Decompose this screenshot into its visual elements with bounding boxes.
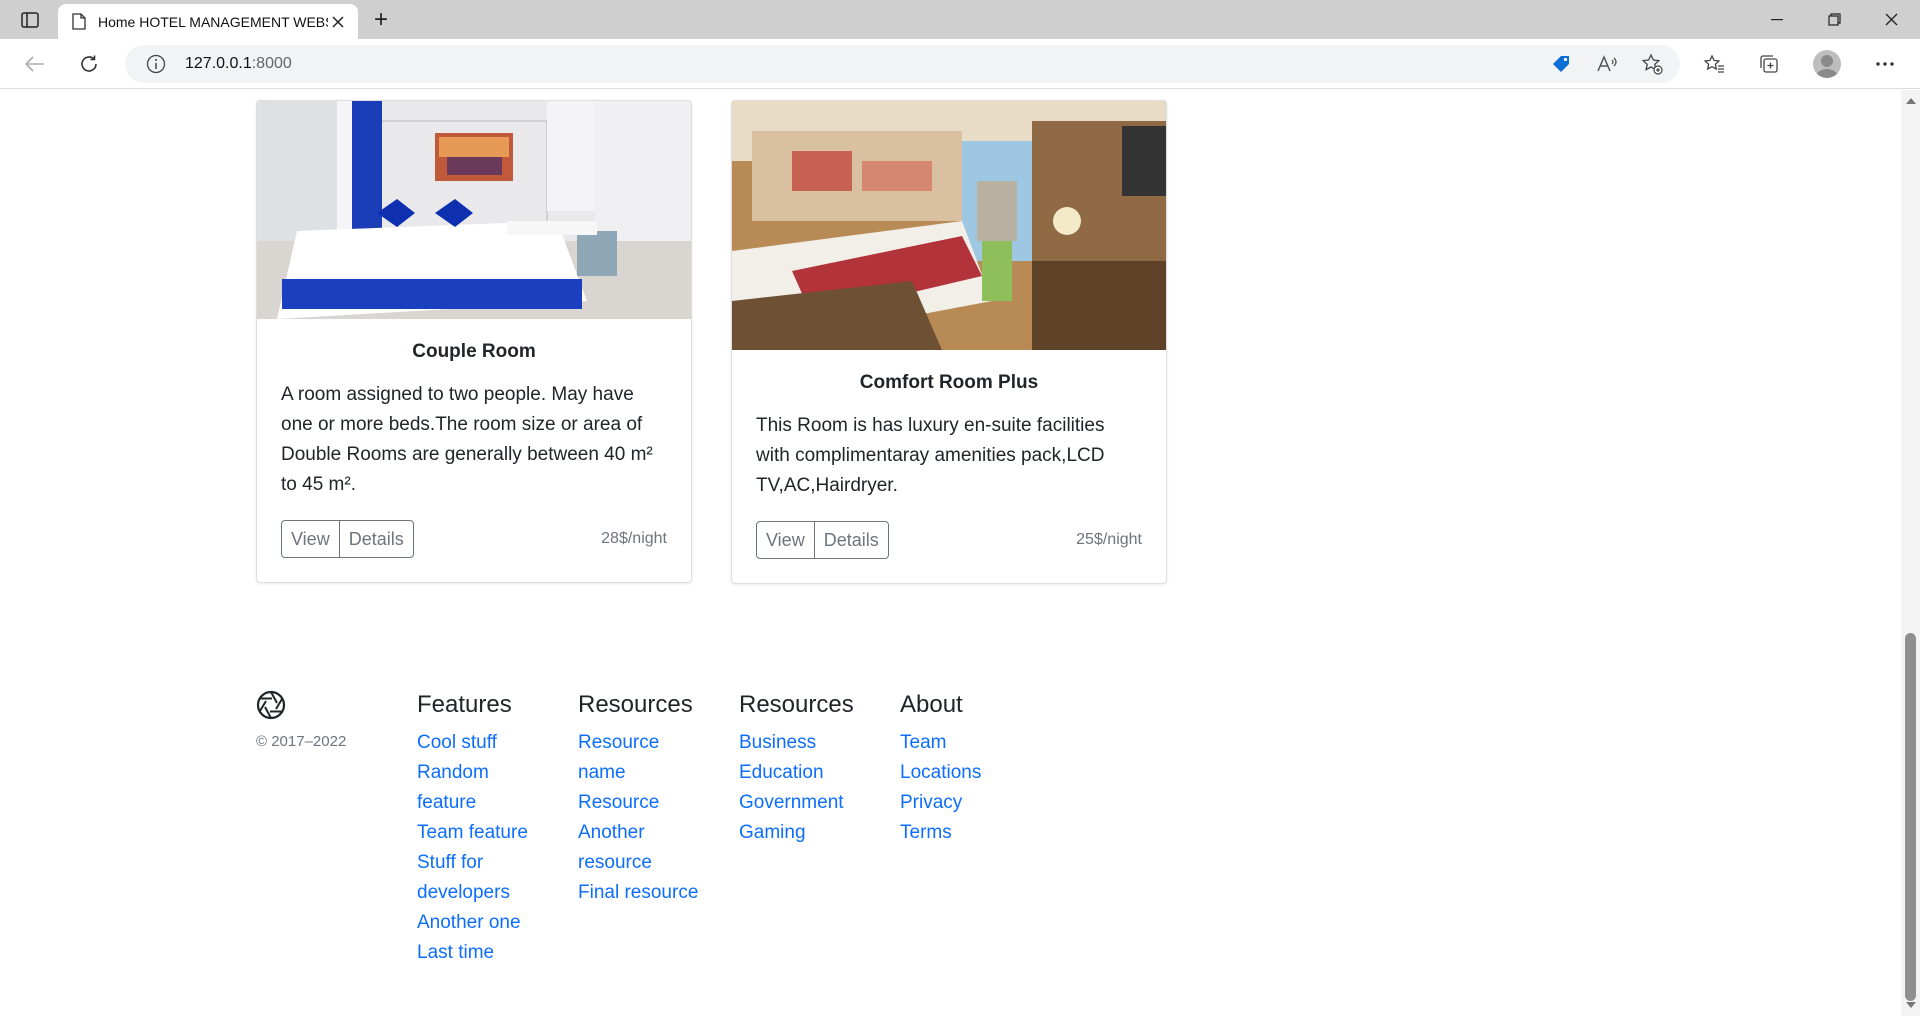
refresh-icon[interactable] [72, 47, 106, 81]
new-tab-button[interactable]: + [366, 6, 396, 34]
restore-button[interactable] [1806, 0, 1862, 39]
room-description: A room assigned to two people. May have … [281, 384, 653, 495]
footer-link[interactable]: Stuff for developers [417, 848, 517, 908]
room-title: Comfort Room Plus [859, 372, 1039, 393]
room-price: 28$/night [601, 530, 667, 547]
page-icon [72, 13, 86, 30]
browser-toolbar: 127.0.0.1:8000 [0, 39, 1920, 89]
browser-tab-bar: Home HOTEL MANAGEMENT WEBSITE + [0, 0, 1920, 39]
footer-link[interactable]: Gaming [739, 818, 869, 848]
favorites-icon[interactable] [1697, 47, 1731, 81]
footer-link[interactable]: Another one [417, 908, 547, 938]
room-card-comfort: Comfort Room Plus This Room is has luxur… [731, 100, 1167, 584]
tab-actions-icon[interactable] [14, 6, 46, 34]
read-aloud-icon[interactable] [1590, 47, 1624, 81]
button-group: View Details [281, 520, 414, 558]
card-footer: View Details 25$/night [756, 521, 1142, 559]
url-port: :8000 [251, 55, 292, 72]
address-bar[interactable]: 127.0.0.1:8000 [125, 45, 1680, 83]
copyright-text: © 2017–2022 [256, 733, 347, 750]
footer-link[interactable]: Team [900, 728, 1030, 758]
shopping-tag-icon[interactable] [1544, 47, 1578, 81]
page-viewport: Couple Room A room assigned to two peopl… [0, 90, 1901, 1016]
card-footer: View Details 28$/night [281, 520, 667, 558]
details-button[interactable]: Details [338, 520, 414, 558]
footer-link[interactable]: Resource [578, 788, 708, 818]
room-image-comfort [732, 101, 1166, 350]
button-group: View Details [756, 521, 889, 559]
site-info-icon[interactable] [145, 53, 167, 75]
room-image-couple [257, 101, 691, 319]
footer-column-features: Features Cool stuff Random feature Team … [417, 690, 547, 968]
scroll-up-icon[interactable] [1906, 98, 1916, 104]
more-menu-icon[interactable] [1868, 47, 1902, 81]
card-body: Couple Room A room assigned to two peopl… [257, 319, 691, 582]
aperture-logo-icon[interactable] [256, 690, 286, 720]
page-scrollbar[interactable] [1901, 90, 1920, 1016]
tab-title: Home HOTEL MANAGEMENT WEBSITE [98, 13, 328, 30]
footer-link[interactable]: Final resource [578, 878, 708, 908]
scrollbar-thumb[interactable] [1905, 633, 1916, 1001]
room-price: 25$/night [1076, 531, 1142, 548]
footer-column-resources: Resources Resource name Resource Another… [578, 690, 708, 908]
minimize-button[interactable] [1749, 0, 1805, 39]
footer-heading: Resources [578, 691, 693, 718]
details-button[interactable]: Details [813, 521, 889, 559]
room-card-couple: Couple Room A room assigned to two peopl… [256, 100, 692, 583]
add-favorite-icon[interactable] [1635, 47, 1669, 81]
room-description: This Room is has luxury en-suite facilit… [756, 415, 1105, 496]
footer-column-resources-2: Resources Business Education Government … [739, 690, 869, 848]
footer-link[interactable]: Terms [900, 818, 1030, 848]
collections-icon[interactable] [1752, 47, 1786, 81]
url-text: 127.0.0.1:8000 [185, 55, 292, 73]
footer-link[interactable]: Locations [900, 758, 1030, 788]
footer-link[interactable]: Last time [417, 938, 547, 968]
footer-heading: Resources [739, 691, 854, 718]
footer-column-about: About Team Locations Privacy Terms [900, 690, 1030, 848]
footer-link[interactable]: Business [739, 728, 869, 758]
scroll-down-icon[interactable] [1906, 1002, 1916, 1008]
footer-link[interactable]: Random feature [417, 758, 507, 818]
window-close-button[interactable] [1863, 0, 1919, 39]
browser-tab-active[interactable]: Home HOTEL MANAGEMENT WEBSITE [58, 4, 358, 39]
room-title: Couple Room [412, 341, 536, 362]
view-button[interactable]: View [281, 520, 340, 558]
url-host: 127.0.0.1 [185, 55, 252, 72]
footer-link[interactable]: Resource name [578, 728, 668, 788]
footer-link[interactable]: Another resource [578, 818, 668, 878]
footer-link[interactable]: Education [739, 758, 869, 788]
footer-link[interactable]: Privacy [900, 788, 1030, 818]
footer-link[interactable]: Team feature [417, 818, 547, 848]
footer-link[interactable]: Cool stuff [417, 728, 547, 758]
back-arrow-icon[interactable] [18, 47, 52, 81]
card-body: Comfort Room Plus This Room is has luxur… [732, 350, 1166, 583]
profile-avatar[interactable] [1813, 50, 1841, 78]
footer-heading: Features [417, 691, 512, 718]
footer-link[interactable]: Government [739, 788, 869, 818]
view-button[interactable]: View [756, 521, 815, 559]
footer-heading: About [900, 691, 963, 718]
tab-close-icon[interactable] [328, 12, 348, 32]
